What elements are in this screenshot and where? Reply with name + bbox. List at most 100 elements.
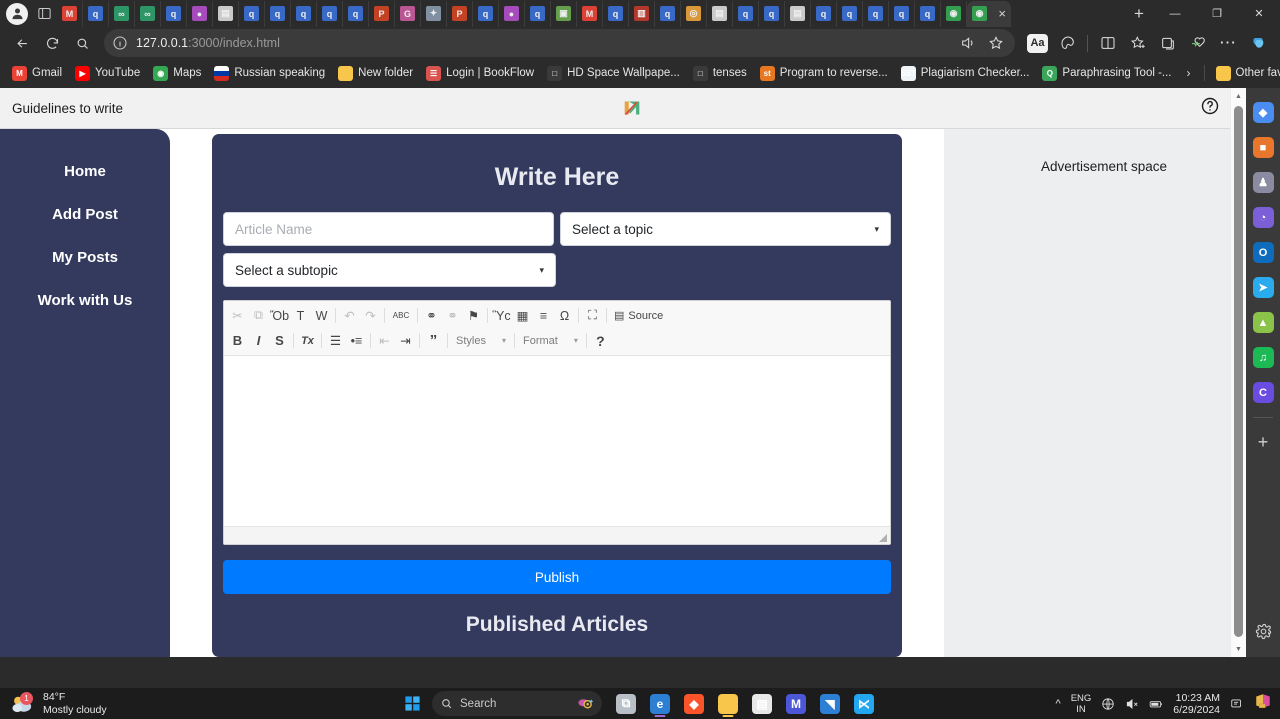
tray-expand-chevron[interactable]: ^ <box>1056 698 1061 710</box>
paste-word-icon[interactable]: W <box>311 305 332 326</box>
mega-app-icon[interactable]: M <box>779 689 813 718</box>
tab-news-icon[interactable]: ▤ <box>707 0 733 27</box>
tab-globe-icon[interactable]: ● <box>499 0 525 27</box>
tab-search-icon[interactable]: q <box>83 0 109 27</box>
browser-essentials-icon[interactable] <box>1053 29 1082 57</box>
visual-studio-code-icon[interactable]: ⋉ <box>847 689 881 718</box>
tab-book-icon[interactable]: ▥ <box>629 0 655 27</box>
globe-icon[interactable] <box>1101 697 1115 711</box>
strikethrough-icon[interactable]: S <box>269 330 290 351</box>
anchor-flag-icon[interactable]: ⚑ <box>463 305 484 326</box>
address-bar[interactable]: 127.0.0.1:3000/index.html <box>104 29 1015 57</box>
sidebar-add-button[interactable]: + <box>1258 432 1269 453</box>
office-icon[interactable]: ◔ <box>1252 207 1274 228</box>
bookmark-5[interactable]: ☰ Login | BookFlow <box>420 63 540 84</box>
start-icon[interactable] <box>399 691 425 717</box>
sidebar-item-work-with-us[interactable]: Work with Us <box>32 288 139 313</box>
tab-search-icon[interactable]: q <box>811 0 837 27</box>
bold-icon[interactable]: B <box>227 330 248 351</box>
minimize-button[interactable]: — <box>1154 0 1196 27</box>
cut-icon[interactable]: ✂ <box>227 305 248 326</box>
other-favorites[interactable]: Other favorites <box>1210 63 1280 84</box>
tab-gmail-icon[interactable]: M <box>57 0 83 27</box>
sidebar-item-add-post[interactable]: Add Post <box>46 202 124 227</box>
paste-icon[interactable]: Ὄb <box>269 305 290 326</box>
tab-powerpoint-icon[interactable]: P <box>369 0 395 27</box>
bookmark-10[interactable]: Q Paraphrasing Tool -... <box>1036 63 1177 84</box>
undo-icon[interactable]: ↶ <box>339 305 360 326</box>
copilot-icon[interactable] <box>1243 29 1272 57</box>
shopping-tag-icon[interactable]: ◆ <box>1252 102 1274 123</box>
language-indicator[interactable]: ENG IN <box>1071 693 1092 715</box>
article-name-input[interactable]: Article Name <box>223 212 554 246</box>
new-tab-button[interactable]: + <box>1124 4 1154 24</box>
unlink-icon[interactable]: ⚭ <box>442 305 463 326</box>
tab-maps-icon[interactable]: ◉ <box>941 0 967 27</box>
indent-icon[interactable]: ⇥ <box>395 330 416 351</box>
subtopic-select[interactable]: Select a subtopic ▾ <box>223 253 556 287</box>
tab-search-icon[interactable]: q <box>317 0 343 27</box>
bookmark-7[interactable]: □ tenses <box>687 63 753 84</box>
games-icon[interactable]: ♟ <box>1252 172 1274 193</box>
paste-text-icon[interactable]: T <box>290 305 311 326</box>
bookmarks-overflow-button[interactable]: › <box>1179 66 1199 80</box>
bookmark-2[interactable]: ◉ Maps <box>147 63 207 84</box>
microsoft-edge-icon[interactable]: e <box>643 689 677 718</box>
collections-icon[interactable] <box>1153 29 1182 57</box>
bookmark-9[interactable]: SST Plagiarism Checker... <box>895 63 1036 84</box>
site-info-icon[interactable] <box>112 35 128 51</box>
guidelines-link[interactable]: Guidelines to write <box>12 101 123 116</box>
tab-search-icon[interactable]: q <box>759 0 785 27</box>
clock[interactable]: 10:23 AM 6/29/2024 <box>1173 692 1220 716</box>
blockquote-icon[interactable]: ” <box>423 330 444 351</box>
open-tabs-list[interactable]: Mq ∞ ∞ q ● ▤ q q q q q P G ✦ Pq ● q ▣ Mq ▥ q ◎ ▤ q q ▤ q q q q q ◉ ◉ × <box>57 0 1124 27</box>
tab-powerpoint-icon[interactable]: P <box>447 0 473 27</box>
office-app-icon[interactable] <box>1254 692 1272 715</box>
remove-format-icon[interactable]: Tx <box>297 330 318 351</box>
publish-button[interactable]: Publish <box>223 560 891 594</box>
spellcheck-icon[interactable]: ABC <box>388 305 414 326</box>
table-icon[interactable]: ▦ <box>512 305 533 326</box>
format-combo[interactable]: Format ▾ <box>518 330 583 351</box>
read-aloud-icon[interactable] <box>957 32 979 54</box>
tab-search-icon[interactable]: q <box>265 0 291 27</box>
scrollbar-thumb[interactable] <box>1234 106 1243 637</box>
performance-icon[interactable] <box>1183 29 1212 57</box>
spotify-icon[interactable]: ♫ <box>1252 347 1274 368</box>
weather-widget[interactable]: 1 84°F Mostly cloudy <box>0 691 200 717</box>
tab-search-icon[interactable]: q <box>291 0 317 27</box>
close-tab-button[interactable]: × <box>998 7 1006 20</box>
source-button[interactable]: ▤ Source <box>610 309 667 323</box>
bookmark-6[interactable]: □ HD Space Wallpape... <box>541 63 686 84</box>
tab-search-icon[interactable]: q <box>603 0 629 27</box>
tab-search-icon[interactable]: q <box>733 0 759 27</box>
close-window-button[interactable]: ✕ <box>1238 0 1280 27</box>
microsoft-store-icon[interactable]: ▤ <box>745 689 779 718</box>
styles-combo[interactable]: Styles ▾ <box>451 330 511 351</box>
sidebar-item-home[interactable]: Home <box>58 159 112 184</box>
telegram-icon[interactable]: ➤ <box>1252 277 1274 298</box>
tab-search-icon[interactable]: q <box>343 0 369 27</box>
task-view-icon[interactable]: ⧉ <box>609 689 643 718</box>
tools-icon[interactable]: ■ <box>1252 137 1274 158</box>
bookmark-4[interactable]: New folder <box>332 63 419 84</box>
about-editor-icon[interactable]: ? <box>590 330 611 351</box>
photos-icon[interactable]: ◥ <box>813 689 847 718</box>
page-scrollbar[interactable]: ▲ ▼ <box>1230 88 1246 657</box>
maximize-button[interactable]: ❐ <box>1196 0 1238 27</box>
help-circle-icon[interactable] <box>1200 96 1220 121</box>
tab-search-icon[interactable]: q <box>915 0 941 27</box>
tab-gift-icon[interactable]: ◎ <box>681 0 707 27</box>
tab-search-icon[interactable]: q <box>889 0 915 27</box>
tab-sparkle-icon[interactable]: ✦ <box>421 0 447 27</box>
bookmark-1[interactable]: ▶ YouTube <box>69 63 146 84</box>
more-options-icon[interactable]: ⋯ <box>1213 29 1242 57</box>
scroll-up-arrow[interactable]: ▲ <box>1231 88 1246 104</box>
bookmark-3[interactable]: Russian speaking <box>208 63 331 84</box>
tab-search-icon[interactable]: q <box>863 0 889 27</box>
maximize-icon[interactable]: ⛶ <box>582 305 603 326</box>
tab-image-icon[interactable]: ▣ <box>551 0 577 27</box>
immersive-reader-button[interactable]: Aa <box>1023 29 1052 57</box>
outdent-icon[interactable]: ⇤ <box>374 330 395 351</box>
redo-icon[interactable]: ↷ <box>360 305 381 326</box>
